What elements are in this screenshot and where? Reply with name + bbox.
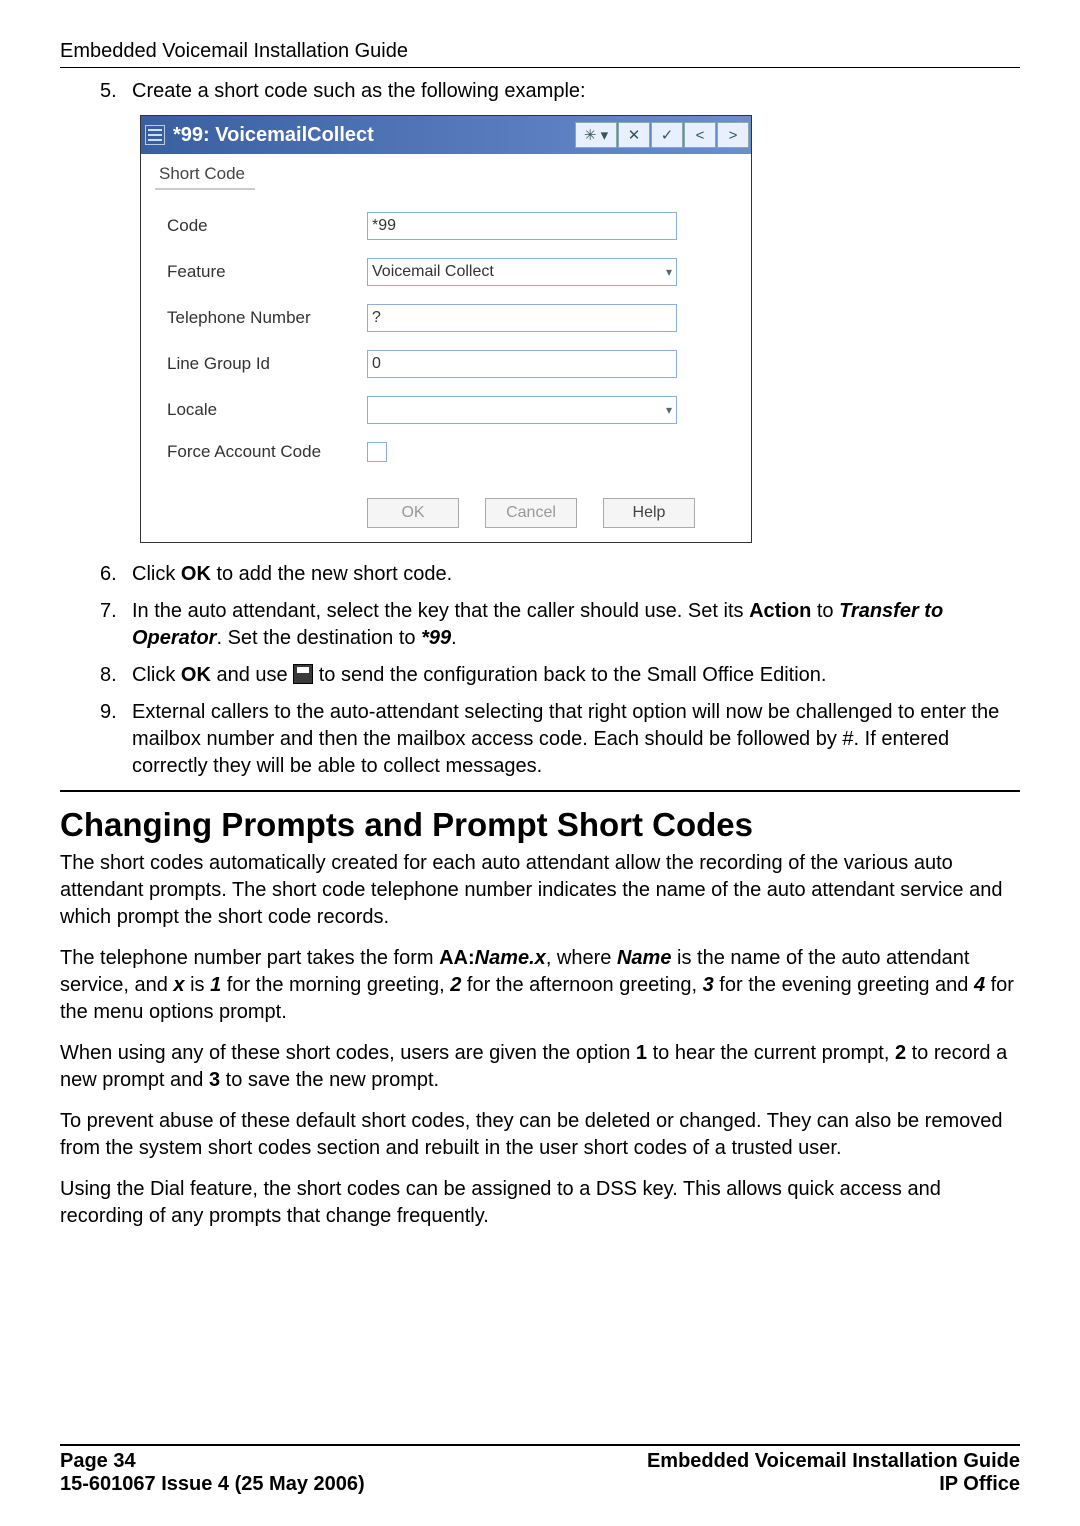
telephone-label: Telephone Number — [167, 308, 367, 328]
save-icon — [293, 664, 313, 684]
step-9-num: 9. — [100, 699, 132, 726]
header-title: Embedded Voicemail Installation Guide — [60, 40, 1020, 63]
step-7: 7.In the auto attendant, select the key … — [100, 598, 1020, 652]
tab-row: Short Code — [141, 154, 751, 190]
footer-guide: Embedded Voicemail Installation Guide — [647, 1450, 1020, 1472]
prev-icon[interactable]: < — [684, 122, 716, 148]
dialog-titlebar: *99: VoicemailCollect ✳ ▾ ✕ ✓ < > — [141, 116, 751, 154]
step-6-num: 6. — [100, 561, 132, 588]
section-heading: Changing Prompts and Prompt Short Codes — [60, 806, 1020, 844]
step-8-num: 8. — [100, 662, 132, 689]
paragraph-5: Using the Dial feature, the short codes … — [60, 1176, 1020, 1230]
section-rule — [60, 790, 1020, 792]
forceaccount-label: Force Account Code — [167, 442, 367, 462]
code-input[interactable]: *99 — [367, 212, 677, 240]
chevron-down-icon[interactable]: ▾ — [666, 265, 672, 279]
header-rule — [60, 67, 1020, 68]
linegroup-input[interactable]: 0 — [367, 350, 677, 378]
chevron-down-icon[interactable]: ▾ — [666, 403, 672, 417]
footer-page: Page 34 — [60, 1450, 136, 1472]
footer-product: IP Office — [939, 1473, 1020, 1495]
list-icon — [145, 125, 165, 145]
linegroup-label: Line Group Id — [167, 354, 367, 374]
tab-short-code[interactable]: Short Code — [155, 162, 255, 190]
ok-button[interactable]: OK — [367, 498, 459, 528]
paragraph-2: The telephone number part takes the form… — [60, 945, 1020, 1026]
code-label: Code — [167, 216, 367, 236]
help-button[interactable]: Help — [603, 498, 695, 528]
locale-label: Locale — [167, 400, 367, 420]
locale-select[interactable]: ▾ — [367, 396, 677, 424]
step-6: 6.Click OK to add the new short code. — [100, 561, 1020, 588]
next-icon[interactable]: > — [717, 122, 749, 148]
step-5-text: Create a short code such as the followin… — [132, 78, 1002, 105]
forceaccount-checkbox[interactable] — [367, 442, 387, 462]
step-5: 5.Create a short code such as the follow… — [100, 78, 1020, 105]
step-9-text: External callers to the auto-attendant s… — [132, 699, 1002, 780]
close-icon[interactable]: ✕ — [618, 122, 650, 148]
step-9: 9.External callers to the auto-attendant… — [100, 699, 1020, 780]
paragraph-4: To prevent abuse of these default short … — [60, 1108, 1020, 1162]
cancel-button[interactable]: Cancel — [485, 498, 577, 528]
shortcode-dialog: *99: VoicemailCollect ✳ ▾ ✕ ✓ < > Short … — [140, 115, 752, 543]
check-icon[interactable]: ✓ — [651, 122, 683, 148]
step-5-num: 5. — [100, 78, 132, 105]
telephone-input[interactable]: ? — [367, 304, 677, 332]
paragraph-3: When using any of these short codes, use… — [60, 1040, 1020, 1094]
dialog-title: *99: VoicemailCollect — [173, 124, 374, 147]
footer-issue: 15-601067 Issue 4 (25 May 2006) — [60, 1473, 365, 1495]
step-8: 8.Click OK and use to send the configura… — [100, 662, 1020, 689]
new-icon[interactable]: ✳ ▾ — [575, 122, 617, 148]
feature-select[interactable]: Voicemail Collect▾ — [367, 258, 677, 286]
footer: Page 34 15-601067 Issue 4 (25 May 2006) … — [60, 1436, 1020, 1496]
feature-label: Feature — [167, 262, 367, 282]
paragraph-1: The short codes automatically created fo… — [60, 850, 1020, 931]
step-7-num: 7. — [100, 598, 132, 625]
